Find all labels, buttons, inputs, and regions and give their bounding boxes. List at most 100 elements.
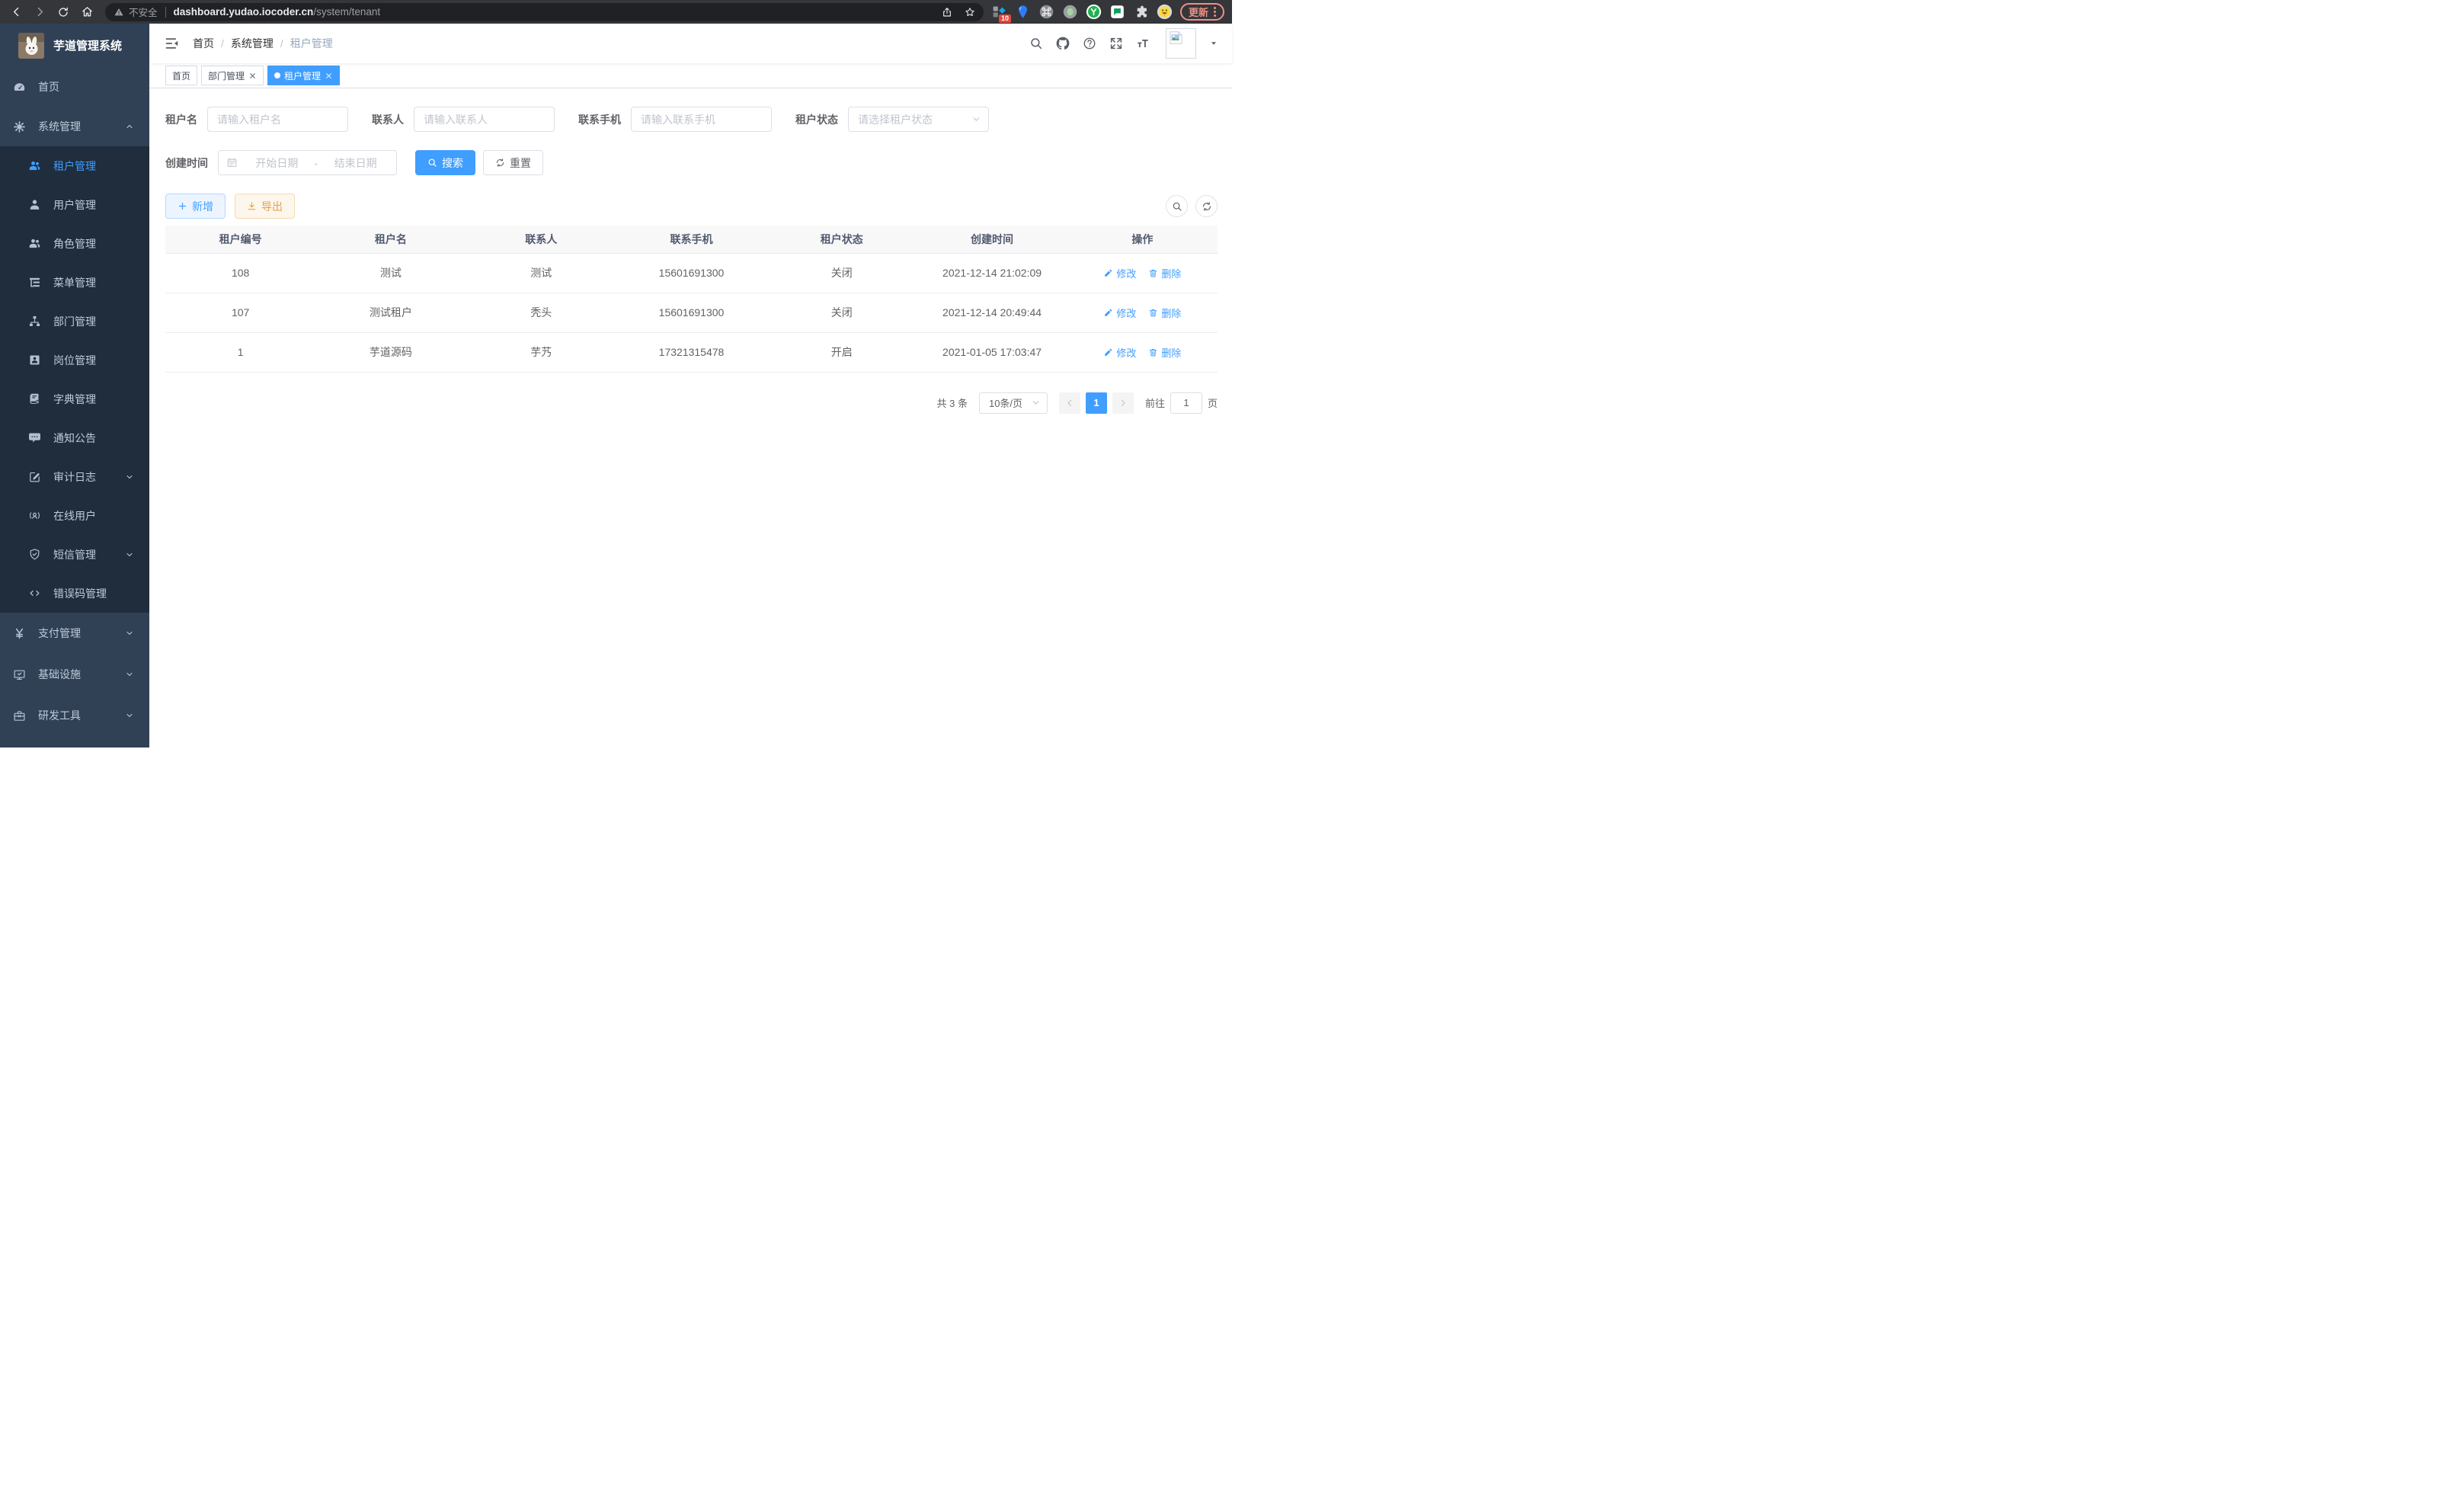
goto-label: 前往 (1145, 395, 1165, 410)
search-button[interactable]: 搜索 (415, 150, 475, 175)
sidebar-item-user[interactable]: 用户管理 (0, 185, 149, 224)
sidebar-item-label: 在线用户 (53, 508, 96, 523)
breadcrumb-separator: / (221, 37, 224, 50)
edit-button[interactable]: 修改 (1103, 306, 1136, 320)
sidebar-item-dev-tools[interactable]: 研发工具 (0, 695, 149, 736)
help-icon[interactable] (1083, 37, 1096, 50)
cell-mobile: 15601691300 (616, 253, 766, 293)
sidebar-item-role[interactable]: 角色管理 (0, 224, 149, 263)
share-icon[interactable] (941, 6, 953, 18)
sidebar-item-payment[interactable]: 支付管理 (0, 613, 149, 654)
delete-button[interactable]: 删除 (1148, 345, 1181, 360)
user-avatar[interactable] (1166, 28, 1196, 59)
page-size-select[interactable]: 10条/页 (979, 392, 1048, 414)
add-button-label: 新增 (192, 199, 213, 214)
delete-button[interactable]: 删除 (1148, 306, 1181, 320)
fullscreen-icon[interactable] (1109, 37, 1123, 50)
extension-dot-icon[interactable] (1062, 4, 1078, 20)
breadcrumb-current: 租户管理 (290, 36, 333, 51)
extensions-puzzle-icon[interactable] (1133, 4, 1149, 20)
mobile-input[interactable] (631, 107, 772, 132)
sidebar-item-label: 角色管理 (53, 236, 96, 251)
sidebar-item-dept[interactable]: 部门管理 (0, 302, 149, 341)
sidebar-item-system[interactable]: 系统管理 (0, 107, 149, 146)
goto-page-input[interactable] (1170, 392, 1202, 414)
sidebar-item-label: 用户管理 (53, 197, 96, 213)
edit-button[interactable]: 修改 (1103, 345, 1136, 360)
app-logo-row[interactable]: 芋道管理系统 (0, 24, 149, 67)
current-page[interactable]: 1 (1086, 392, 1107, 414)
table-row: 107 测试租户 秃头 15601691300 关闭 2021-12-14 20… (165, 293, 1218, 332)
avatar-caret-icon[interactable] (1209, 39, 1218, 48)
sidebar-item-error-code[interactable]: 错误码管理 (0, 574, 149, 613)
tag-dept[interactable]: 部门管理 (201, 66, 264, 85)
address-bar[interactable]: 不安全 dashboard.yudao.iocoder.cn/system/te… (105, 3, 984, 21)
chrome-update-button[interactable]: 更新 (1180, 3, 1224, 21)
date-range-picker[interactable]: 开始日期 - 结束日期 (218, 150, 397, 175)
sidebar-item-dict[interactable]: 字典管理 (0, 379, 149, 418)
sidebar-item-online-users[interactable]: 在线用户 (0, 496, 149, 535)
status-select[interactable]: 请选择租户状态 (848, 107, 989, 132)
extension-pin-icon[interactable] (1015, 4, 1031, 20)
extension-chat-icon[interactable] (1109, 4, 1125, 20)
sidebar-item-infra[interactable]: 基础设施 (0, 654, 149, 695)
sidebar-item-label: 研发工具 (38, 708, 81, 723)
browser-home-button[interactable] (77, 3, 97, 21)
sidebar-item-label: 租户管理 (53, 158, 96, 174)
delete-button[interactable]: 删除 (1148, 266, 1181, 280)
edit-button[interactable]: 修改 (1103, 266, 1136, 280)
sidebar-item-sms[interactable]: 短信管理 (0, 535, 149, 574)
date-end-placeholder: 结束日期 (322, 155, 389, 171)
sidebar-item-tenant[interactable]: 租户管理 (0, 146, 149, 185)
broken-image-icon (1169, 31, 1183, 44)
filter-mobile: 联系手机 (578, 107, 772, 132)
peoples-icon (28, 159, 41, 172)
sidebar-collapse-icon[interactable] (165, 36, 180, 51)
font-size-icon[interactable] (1136, 37, 1150, 50)
tag-home[interactable]: 首页 (165, 66, 197, 85)
reset-button[interactable]: 重置 (483, 150, 543, 175)
browser-menu-icon[interactable] (1214, 7, 1216, 17)
browser-back-button[interactable] (6, 3, 26, 21)
sidebar-item-post[interactable]: 岗位管理 (0, 341, 149, 379)
cell-contact: 芋艿 (466, 332, 616, 372)
sidebar-item-audit-log[interactable]: 审计日志 (0, 457, 149, 496)
cell-actions: 修改删除 (1067, 253, 1218, 293)
search-icon[interactable] (1029, 37, 1043, 50)
close-icon[interactable] (248, 72, 257, 80)
next-page-button[interactable] (1112, 392, 1134, 414)
github-icon[interactable] (1056, 37, 1070, 50)
edit-icon (1103, 308, 1113, 318)
profile-avatar-icon[interactable] (1157, 4, 1173, 20)
sidebar-item-notice[interactable]: 通知公告 (0, 418, 149, 457)
col-created: 创建时间 (917, 226, 1067, 253)
prev-page-button[interactable] (1059, 392, 1080, 414)
filter-contact: 联系人 (372, 107, 555, 132)
page-unit-label: 页 (1208, 395, 1218, 410)
sidebar-item-menu[interactable]: 菜单管理 (0, 263, 149, 302)
breadcrumb-home[interactable]: 首页 (193, 36, 214, 51)
close-icon[interactable] (325, 72, 333, 80)
cell-tenant-name: 测试 (315, 253, 466, 293)
extension-tabs-icon[interactable]: 10 (991, 4, 1007, 20)
system-submenu: 租户管理 用户管理 角色管理 菜单管理 部门管理 (0, 146, 149, 613)
show-search-button[interactable] (1166, 195, 1188, 217)
bookmark-star-icon[interactable] (964, 6, 976, 18)
breadcrumb-system[interactable]: 系统管理 (231, 36, 274, 51)
pagination-total: 共 3 条 (937, 395, 968, 410)
contact-input[interactable] (414, 107, 555, 132)
security-label[interactable]: 不安全 (129, 5, 158, 19)
tag-tenant[interactable]: 租户管理 (267, 66, 340, 85)
extension-y-icon[interactable] (1086, 4, 1102, 20)
sidebar-item-home[interactable]: 首页 (0, 67, 149, 107)
refresh-table-button[interactable] (1195, 195, 1218, 217)
browser-forward-button[interactable] (30, 3, 50, 21)
sidebar-item-label: 短信管理 (53, 547, 96, 562)
log-icon (28, 470, 41, 483)
tenant-name-input[interactable] (207, 107, 348, 132)
tag-label: 部门管理 (208, 69, 245, 82)
extension-command-icon[interactable] (1038, 4, 1054, 20)
add-button[interactable]: 新增 (165, 194, 226, 219)
browser-reload-button[interactable] (53, 3, 73, 21)
export-button[interactable]: 导出 (235, 194, 295, 219)
